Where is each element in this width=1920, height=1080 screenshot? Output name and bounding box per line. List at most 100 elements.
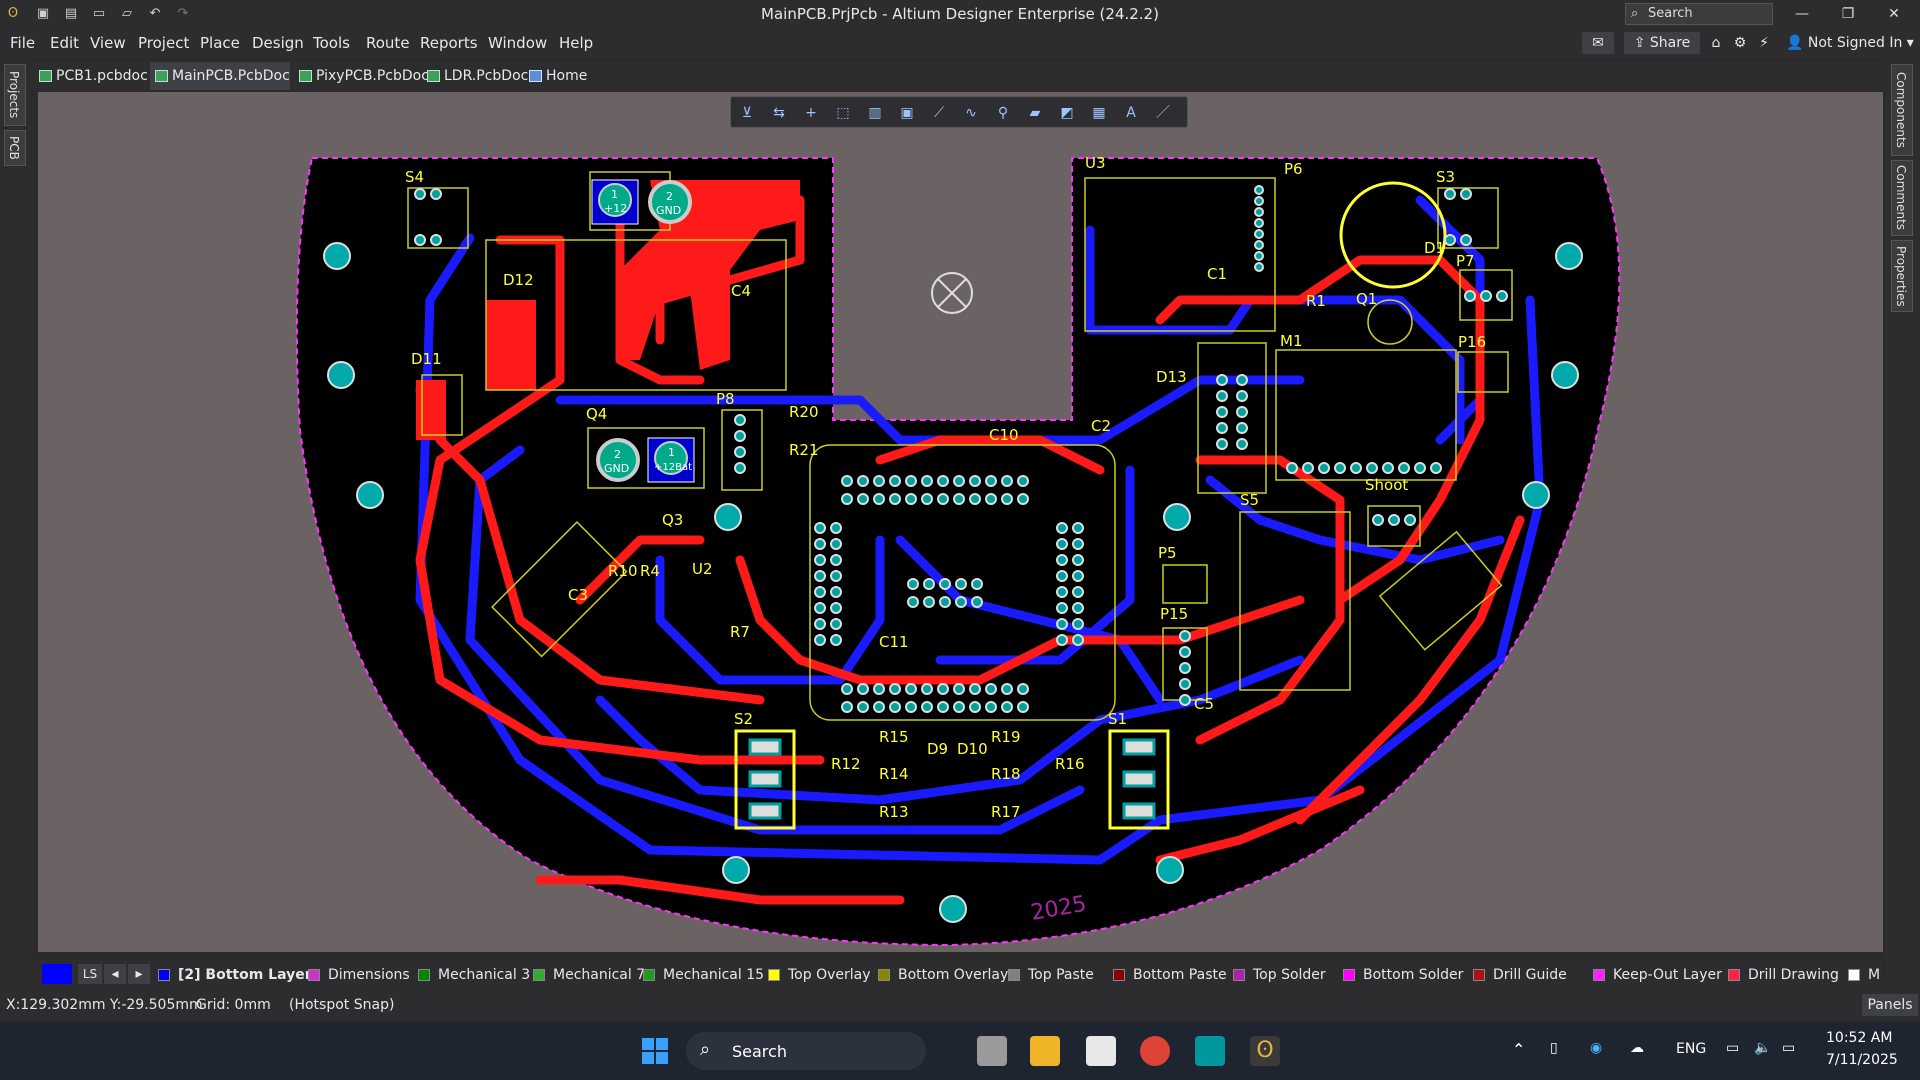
menu-edit[interactable]: Edit (50, 34, 79, 52)
tab-mainpcb[interactable]: MainPCB.PcbDoc * (150, 62, 290, 112)
panel-tab-components[interactable]: Components (1891, 64, 1913, 156)
layer-tab[interactable]: Keep-Out Layer (1593, 966, 1722, 984)
battery-icon[interactable]: ▭ (1782, 1040, 1795, 1056)
notifications-icon[interactable]: ⚡ (1754, 32, 1774, 54)
layer-tab[interactable]: Mechanical 3 (418, 966, 530, 984)
onedrive-icon[interactable]: ☁ (1630, 1040, 1644, 1056)
select-rect-icon[interactable]: ⬚ (833, 103, 853, 123)
layer-tab[interactable]: Bottom Solder (1343, 966, 1463, 984)
panel-tab-pcb[interactable]: PCB (4, 130, 26, 166)
clock-time[interactable]: 10:52 AM (1826, 1030, 1892, 1046)
layer-tab[interactable]: Bottom Overlay (878, 966, 1008, 984)
tab-pixypcb[interactable]: PixyPCB.PcbDoc (294, 62, 429, 90)
label-q3: Q3 (662, 511, 683, 529)
component-icon[interactable]: ▦ (1089, 103, 1109, 123)
layer-tab[interactable]: Mechanical 7 (533, 966, 645, 984)
tab-label: PixyPCB.PcbDoc (316, 68, 429, 84)
pin-pad (830, 538, 842, 550)
layer-tab[interactable]: Top Paste (1008, 966, 1094, 984)
share-button[interactable]: ⇪ Share (1624, 32, 1700, 54)
language-indicator[interactable]: ENG (1676, 1041, 1706, 1057)
layer-next-icon[interactable]: ▸ (128, 964, 150, 984)
label-r13: R13 (879, 803, 909, 821)
pcb-canvas[interactable]: 1 +12 2 GND 2 GND 1 +12Bat S4 S3 S2 S1 S… (38, 92, 1883, 952)
filter-icon[interactable]: ⊻ (737, 103, 757, 123)
layer-tab[interactable]: Drill Guide (1473, 966, 1567, 984)
edge-tray-icon[interactable]: ◉ (1590, 1040, 1602, 1056)
layer-tab[interactable]: M (1848, 966, 1880, 984)
file-explorer-icon[interactable] (1030, 1036, 1060, 1066)
tab-pcb1[interactable]: PCB1.pcbdoc (34, 62, 148, 90)
altium-taskbar-icon[interactable]: ʘ (1250, 1036, 1280, 1066)
layer-tab[interactable]: Drill Drawing (1728, 966, 1839, 984)
panels-button[interactable]: Panels (1862, 994, 1918, 1016)
task-view-icon[interactable] (977, 1036, 1007, 1066)
home-icon[interactable]: ⌂ (1706, 32, 1726, 54)
pin-pad (905, 683, 917, 695)
place-cross-icon[interactable]: + (801, 103, 821, 123)
tab-label: PCB1.pcbdoc (56, 68, 148, 84)
menu-view[interactable]: View (90, 34, 126, 52)
taskbar-search-label: Search (732, 1042, 787, 1061)
interactive-route-icon[interactable]: ⟋ (929, 103, 949, 123)
pin-pad (1414, 462, 1426, 474)
minimize-button[interactable]: — (1780, 2, 1824, 26)
usb-icon[interactable]: ▯ (1550, 1040, 1558, 1056)
arduino-icon[interactable] (1195, 1036, 1225, 1066)
taskbar-search-box[interactable]: ⌕ Search (686, 1032, 926, 1070)
menu-route[interactable]: Route (366, 34, 410, 52)
menu-window[interactable]: Window (488, 34, 547, 52)
current-layer-swatch[interactable] (42, 964, 72, 984)
tab-home-page[interactable]: Home Page (524, 62, 624, 112)
restore-button[interactable]: ❐ (1826, 2, 1870, 26)
layer-tab[interactable]: Bottom Paste (1113, 966, 1227, 984)
route-icon[interactable]: ⇆ (769, 103, 789, 123)
place-fill-icon[interactable]: ▣ (897, 103, 917, 123)
menu-tools[interactable]: Tools (313, 34, 350, 52)
align-icon[interactable]: ▥ (865, 103, 885, 123)
layer-tab[interactable]: [2] Bottom Layer (158, 966, 312, 984)
layer-prev-icon[interactable]: ◂ (104, 964, 126, 984)
clock-date[interactable]: 7/11/2025 (1826, 1052, 1898, 1068)
tab-ldr[interactable]: LDR.PcbDoc (422, 62, 528, 90)
close-button[interactable]: ✕ (1872, 2, 1916, 26)
layer-tab[interactable]: Top Overlay (768, 966, 871, 984)
place-string-icon[interactable]: A (1121, 103, 1141, 123)
menu-reports[interactable]: Reports (420, 34, 478, 52)
microsoft-store-icon[interactable] (1086, 1036, 1116, 1066)
gear-icon[interactable]: ⚙ (1730, 32, 1750, 54)
windows-start-icon[interactable] (640, 1036, 670, 1066)
comment-icon[interactable]: ✉ (1582, 32, 1614, 54)
cursor-coordinates: X:129.302mm Y:-29.505mm (6, 997, 203, 1013)
volume-icon[interactable]: 🔈 (1754, 1040, 1771, 1056)
user-account-button[interactable]: 👤 Not Signed In ▾ (1786, 32, 1916, 54)
panel-tab-comments[interactable]: Comments (1891, 160, 1913, 236)
layer-tab[interactable]: Dimensions (308, 966, 410, 984)
menu-design[interactable]: Design (252, 34, 304, 52)
menu-place[interactable]: Place (200, 34, 240, 52)
diff-pair-icon[interactable]: ∿ (961, 103, 981, 123)
panel-tab-properties[interactable]: Properties (1891, 240, 1913, 312)
terminal-net-label: +12 (604, 202, 627, 215)
menu-help[interactable]: Help (559, 34, 593, 52)
pin-pad (907, 596, 919, 608)
menu-project[interactable]: Project (138, 34, 189, 52)
place-line-icon[interactable]: ／ (1153, 103, 1173, 123)
network-icon[interactable]: ▭ (1726, 1040, 1739, 1056)
layer-tab[interactable]: Mechanical 15 (643, 966, 764, 984)
layer-tab-label: Dimensions (328, 967, 410, 983)
place-polygon-icon[interactable]: ▰ (1025, 103, 1045, 123)
terminal-pin-label: 1 (668, 446, 675, 459)
panel-tab-projects[interactable]: Projects (4, 64, 26, 126)
layer-set-button[interactable]: LS (78, 964, 102, 984)
layer-tab[interactable]: Top Solder (1233, 966, 1326, 984)
label-r19: R19 (991, 728, 1021, 746)
layer-tab-bar: LS ◂ ▸ [2] Bottom Layer Dimensions Mechani… (38, 960, 1883, 988)
menu-file[interactable]: File (10, 34, 35, 52)
chrome-icon[interactable] (1140, 1036, 1170, 1066)
place-via-icon[interactable]: ⚲ (993, 103, 1013, 123)
place-pad-icon[interactable]: ◩ (1057, 103, 1077, 123)
tray-chevron-up-icon[interactable]: ⌃ (1512, 1040, 1525, 1059)
pin-pad (1404, 514, 1416, 526)
search-input[interactable]: ⌕ Search (1625, 3, 1773, 25)
